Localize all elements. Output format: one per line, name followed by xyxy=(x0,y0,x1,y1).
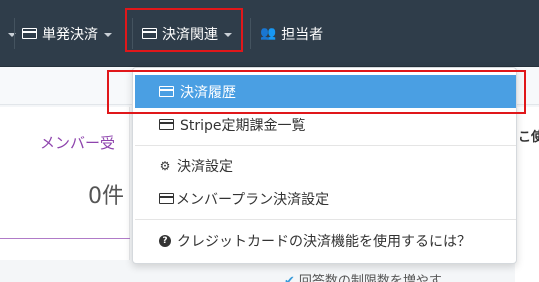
nav-staff-label: 担当者 xyxy=(281,26,324,43)
card-accent-line xyxy=(0,238,130,239)
menu-item-label: Stripe定期課金一覧 xyxy=(180,117,306,134)
card-icon xyxy=(22,28,37,39)
caret-down-icon xyxy=(224,32,232,37)
menu-item-label: 決済履歴 xyxy=(180,84,236,101)
question-circle-icon: ? xyxy=(159,234,171,247)
menu-item-label: メンバープラン決済設定 xyxy=(176,191,330,208)
menu-item-label: クレジットカードの決済機能を使用するには？ xyxy=(177,233,471,250)
menu-item-credit-card-help[interactable]: ? クレジットカードの決済機能を使用するには？ xyxy=(135,224,516,257)
nav-payment-related[interactable]: 決済関連 xyxy=(142,0,232,67)
menu-item-stripe-subscriptions[interactable]: Stripe定期課金一覧 xyxy=(135,108,516,141)
nav-single-payment-label: 単発決済 xyxy=(42,26,98,43)
caret-down-icon xyxy=(104,32,112,37)
card-icon xyxy=(142,28,157,39)
menu-item-payment-settings[interactable]: ⚙ 決済設定 xyxy=(135,149,516,182)
users-icon: 👥 xyxy=(260,26,277,41)
limit-hint-text: 回答数の制限数を増やす xyxy=(298,274,442,282)
nav-staff[interactable]: 👥 担当者 xyxy=(260,0,323,67)
right-panel-label: こ使 xyxy=(518,130,539,145)
nav-divider xyxy=(14,18,15,49)
menu-item-member-plan-settings[interactable]: メンバープラン決済設定 xyxy=(135,182,516,215)
top-navbar: 単発決済 決済関連 👥 担当者 xyxy=(0,0,539,67)
member-stat-count: 0件 xyxy=(88,184,124,209)
nav-single-payment[interactable]: 単発決済 xyxy=(22,0,112,67)
gear-icon: ⚙ xyxy=(159,158,171,173)
menu-item-label: 決済設定 xyxy=(177,158,233,175)
menu-divider xyxy=(135,219,516,220)
limit-hint[interactable]: ✔ 回答数の制限数を増やす xyxy=(284,270,442,282)
nav-divider xyxy=(132,18,133,49)
menu-divider xyxy=(135,145,516,146)
payment-dropdown-menu: 決済履歴 Stripe定期課金一覧 ⚙ 決済設定 メンバープラン決済設定 ? ク… xyxy=(132,67,517,264)
check-icon: ✔ xyxy=(284,274,295,282)
card-icon xyxy=(159,193,174,204)
menu-item-payment-history[interactable]: 決済履歴 xyxy=(135,75,516,108)
member-stat-label: メンバー受 xyxy=(40,134,116,152)
card-icon xyxy=(159,86,174,97)
card-icon xyxy=(159,119,174,130)
nav-divider xyxy=(250,18,251,49)
nav-payment-related-label: 決済関連 xyxy=(162,26,218,43)
